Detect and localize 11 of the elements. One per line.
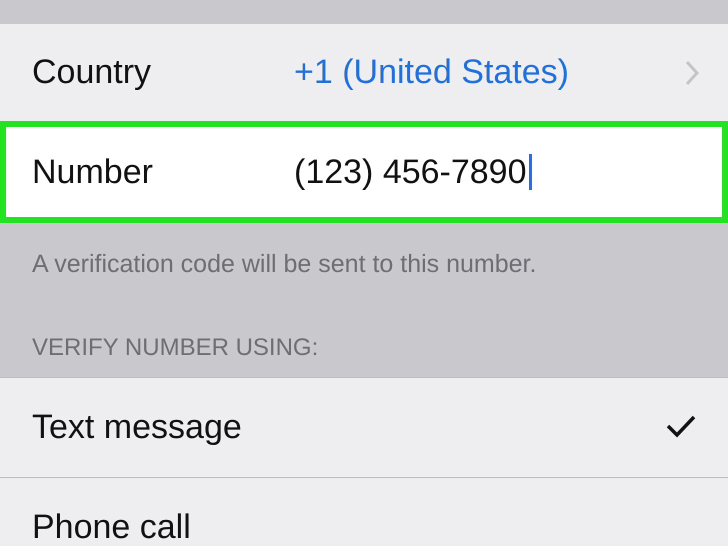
option-row[interactable]: Phone call — [0, 478, 728, 546]
row-label: Number — [32, 152, 154, 192]
option-label: Phone call — [32, 508, 192, 546]
country-value: +1 (United States) — [294, 53, 569, 92]
footer-note: A verification code will be sent to this number. — [31, 249, 538, 276]
phone-number-field[interactable]: (123) 456-7890 — [294, 152, 532, 192]
option-row[interactable]: Text message — [0, 378, 728, 478]
chevron-icon — [684, 60, 700, 86]
option-label: Text message — [32, 408, 243, 447]
row-label: Country — [32, 53, 152, 92]
country-row[interactable]: Country +1 (United States) — [0, 24, 728, 122]
